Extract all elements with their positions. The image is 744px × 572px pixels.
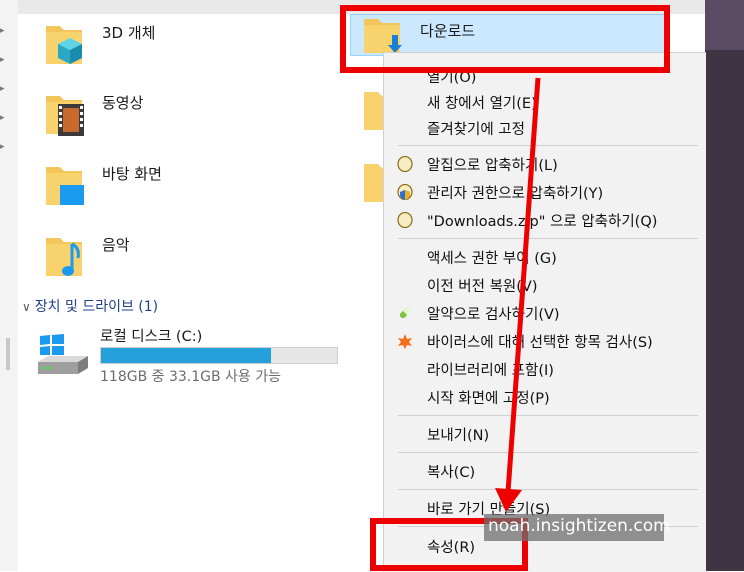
alyac-icon <box>399 306 412 319</box>
menu-item-restore-previous[interactable]: 이전 버전 복원(V) <box>384 272 706 298</box>
avast-icon <box>398 334 412 349</box>
chevron-right-icon[interactable]: ▸ <box>0 55 5 65</box>
menu-item-copy[interactable]: 복사(C) <box>384 458 706 484</box>
desktop-folder-icon <box>46 167 84 205</box>
menu-item-open-new-window[interactable]: 새 창에서 열기(E) <box>384 89 706 115</box>
menu-item-send-to[interactable]: 보내기(N) <box>384 421 706 447</box>
folder-label: 동영상 <box>102 94 144 112</box>
alzip-icon <box>397 212 413 228</box>
alzip-icon <box>397 156 413 172</box>
menu-separator <box>398 238 698 239</box>
annotation-highlight-downloads <box>340 5 670 73</box>
folder-label: 3D 개체 <box>102 24 156 42</box>
menu-item-pin-quick-access[interactable]: 즐겨찾기에 고정 <box>384 115 706 141</box>
watermark: noah.insightizen.com <box>484 514 670 541</box>
drive-free-space: 118GB 중 33.1GB 사용 가능 <box>100 369 282 385</box>
drive-name: 로컬 디스크 (C:) <box>100 329 203 345</box>
menu-separator <box>398 415 698 416</box>
menu-item-avast-scan[interactable]: 바이러스에 대해 선택한 항목 검사(S) <box>384 328 706 354</box>
navigation-pane: ▸ ▸ ▸ ▸ ▸ <box>0 0 19 571</box>
3d-objects-folder-icon <box>46 26 82 64</box>
chevron-right-icon[interactable]: ▸ <box>0 84 5 94</box>
devices-section-header[interactable]: ∨ 장치 및 드라이브 (1) <box>22 296 158 316</box>
folder-icon[interactable] <box>364 88 384 132</box>
menu-item-give-access[interactable]: 액세스 권한 부여 (G) <box>384 244 706 270</box>
menu-item-alyac-scan[interactable]: 알약으로 검사하기(V) <box>384 300 706 326</box>
scrollbar-thumb[interactable] <box>6 338 10 370</box>
background-window <box>705 0 744 571</box>
shield-alzip-icon <box>397 184 413 200</box>
drive-usage-fill <box>101 348 271 363</box>
menu-item-include-library[interactable]: 라이브러리에 포함(I) <box>384 356 706 382</box>
hard-drive-icon <box>38 334 88 374</box>
menu-separator <box>398 452 698 453</box>
drive-usage-bar <box>100 347 338 364</box>
chevron-right-icon[interactable]: ▸ <box>0 142 5 152</box>
chevron-right-icon[interactable]: ▸ <box>0 26 5 36</box>
menu-item-alzip-compress[interactable]: 알집으로 압축하기(L) <box>384 151 706 177</box>
menu-item-pin-start[interactable]: 시작 화면에 고정(P) <box>384 384 706 410</box>
menu-separator <box>398 145 698 146</box>
chevron-right-icon[interactable]: ▸ <box>0 113 5 123</box>
folder-label: 음악 <box>102 236 130 254</box>
folder-label: 바탕 화면 <box>102 165 162 183</box>
chevron-down-icon[interactable]: ∨ <box>22 300 31 314</box>
menu-item-compress-downloads-zip[interactable]: "Downloads.zip" 으로 압축하기(Q) <box>384 207 706 233</box>
menu-separator <box>398 489 698 490</box>
context-menu: 열기(O) 새 창에서 열기(E) 즐겨찾기에 고정 알집으로 압축하기(L) … <box>383 52 706 572</box>
menu-item-admin-compress[interactable]: 관리자 권한으로 압축하기(Y) <box>384 179 706 205</box>
videos-folder-icon <box>46 96 84 136</box>
music-folder-icon <box>46 238 82 276</box>
folder-icon[interactable] <box>364 160 384 204</box>
